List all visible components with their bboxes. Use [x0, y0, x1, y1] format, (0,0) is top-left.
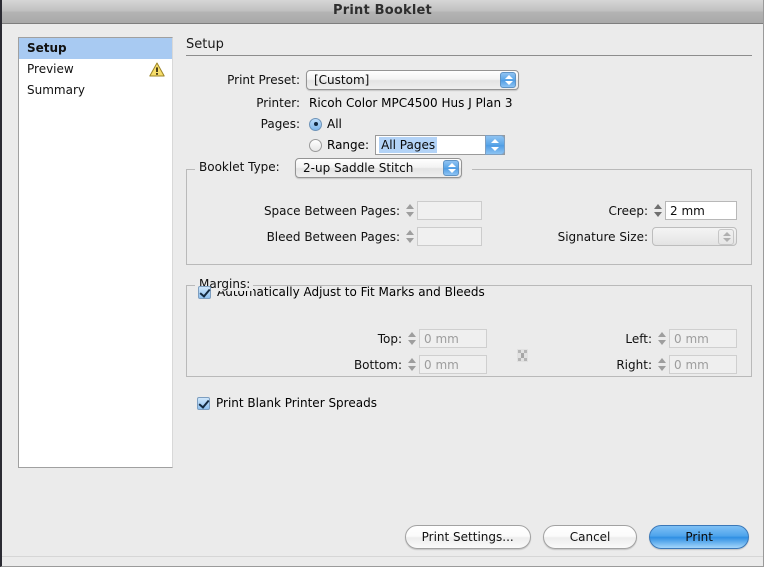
- creep-label: Creep:: [608, 203, 648, 218]
- printer-label: Printer:: [256, 96, 300, 110]
- margin-bottom-input[interactable]: 0 mm: [419, 355, 487, 374]
- margin-top-row: Top: 0 mm: [187, 329, 487, 348]
- sidebar-item-label: Preview: [27, 62, 74, 76]
- panel-title: Setup: [186, 37, 224, 52]
- pages-range-radio[interactable]: [309, 138, 322, 152]
- margins-group: Margins: Automatically Adjust to Fit Mar…: [186, 277, 752, 377]
- sidebar-item-label: Summary: [27, 83, 85, 97]
- stepper-arrows-icon[interactable]: [443, 160, 459, 176]
- title-bar: Print Booklet: [2, 0, 763, 24]
- pages-range-label: Range:: [327, 138, 370, 152]
- print-preset-label: Print Preset:: [227, 73, 300, 87]
- link-margins-icon[interactable]: [517, 349, 528, 362]
- print-booklet-dialog: Print Booklet Setup Preview Summary Setu…: [0, 0, 764, 567]
- setup-panel: Setup Print Preset: [Custom] Printer: Ri…: [186, 37, 752, 410]
- margin-left-input[interactable]: 0 mm: [669, 329, 737, 348]
- window-title: Print Booklet: [333, 3, 432, 18]
- margin-bottom-row: Bottom: 0 mm: [187, 355, 487, 374]
- stepper-arrows-icon[interactable]: [500, 72, 516, 88]
- booklet-type-dropdown[interactable]: 2-up Saddle Stitch: [295, 158, 462, 178]
- sidebar-item-preview[interactable]: Preview: [19, 59, 172, 80]
- dialog-buttons: Print Settings... Cancel Print: [404, 525, 749, 549]
- margin-left-stepper[interactable]: [656, 329, 669, 348]
- stepper-arrows-icon[interactable]: [485, 135, 506, 155]
- print-button[interactable]: Print: [649, 525, 749, 549]
- pages-label: Pages:: [260, 117, 300, 131]
- bleed-between-label: Bleed Between Pages:: [266, 229, 400, 244]
- sidebar-item-summary[interactable]: Summary: [19, 80, 172, 101]
- margin-right-stepper[interactable]: [656, 355, 669, 374]
- blank-spreads-row[interactable]: Print Blank Printer Spreads: [197, 396, 752, 410]
- sidebar-item-setup[interactable]: Setup: [19, 38, 172, 59]
- signature-size-label: Signature Size:: [557, 229, 648, 244]
- bleed-between-row: Bleed Between Pages:: [187, 227, 482, 246]
- margin-top-label: Top:: [377, 331, 402, 346]
- sidebar-item-label: Setup: [27, 41, 67, 55]
- booklet-type-group: Booklet Type: 2-up Saddle Stitch Space B…: [186, 158, 752, 265]
- group-border: [472, 169, 751, 170]
- sidebar-list[interactable]: Setup Preview Summary: [18, 37, 173, 468]
- pages-range-combo[interactable]: All Pages: [375, 135, 506, 155]
- booklet-type-label: Booklet Type:: [196, 160, 283, 174]
- blank-spreads-label: Print Blank Printer Spreads: [216, 396, 377, 410]
- print-preset-value: [Custom]: [314, 73, 370, 87]
- cancel-button[interactable]: Cancel: [542, 525, 638, 549]
- pages-all-label: All: [327, 117, 342, 131]
- space-between-stepfield[interactable]: [404, 201, 482, 220]
- panel-title-divider: [186, 55, 752, 56]
- auto-adjust-checkbox[interactable]: [198, 285, 211, 299]
- group-border: [187, 285, 195, 286]
- space-between-input[interactable]: [417, 201, 482, 220]
- blank-spreads-checkbox[interactable]: [197, 396, 210, 410]
- margin-bottom-label: Bottom:: [353, 357, 402, 372]
- margin-left-label: Left:: [625, 331, 652, 346]
- bottom-divider: [2, 556, 763, 557]
- bleed-between-stepper[interactable]: [404, 227, 417, 246]
- margin-bottom-stepfield[interactable]: 0 mm: [406, 355, 487, 374]
- space-between-row: Space Between Pages:: [187, 201, 482, 220]
- margin-right-stepfield[interactable]: 0 mm: [656, 355, 737, 374]
- auto-adjust-label: Automatically Adjust to Fit Marks and Bl…: [217, 285, 485, 299]
- signature-size-dropdown[interactable]: [652, 227, 737, 246]
- margin-top-input[interactable]: 0 mm: [419, 329, 487, 348]
- print-preset-dropdown[interactable]: [Custom]: [306, 70, 519, 90]
- creep-row: Creep: 2 mm: [517, 201, 737, 220]
- space-between-stepper[interactable]: [404, 201, 417, 220]
- margin-top-stepfield[interactable]: 0 mm: [406, 329, 487, 348]
- pages-all-row: Pages: All: [186, 117, 752, 131]
- bleed-between-input[interactable]: [417, 227, 482, 246]
- margin-right-input[interactable]: 0 mm: [669, 355, 737, 374]
- creep-input[interactable]: 2 mm: [665, 201, 737, 220]
- printer-value: Ricoh Color MPC4500 Hus J Plan 3: [309, 96, 513, 110]
- signature-size-row: Signature Size:: [517, 227, 737, 246]
- margin-right-row: Right: 0 mm: [537, 355, 737, 374]
- group-border: [253, 285, 751, 286]
- auto-adjust-row[interactable]: Automatically Adjust to Fit Marks and Bl…: [198, 285, 751, 299]
- margin-top-stepper[interactable]: [406, 329, 419, 348]
- print-preset-row: Print Preset: [Custom]: [186, 70, 752, 90]
- print-settings-button[interactable]: Print Settings...: [404, 525, 531, 549]
- pages-all-radio[interactable]: [309, 117, 322, 131]
- pages-range-value: All Pages: [379, 137, 438, 153]
- margin-right-label: Right:: [616, 357, 652, 372]
- booklet-type-value: 2-up Saddle Stitch: [303, 161, 414, 175]
- stepper-arrows-icon[interactable]: [718, 229, 734, 245]
- creep-stepfield[interactable]: 2 mm: [652, 201, 737, 220]
- group-border: [187, 169, 195, 170]
- margin-left-stepfield[interactable]: 0 mm: [656, 329, 737, 348]
- margin-bottom-stepper[interactable]: [406, 355, 419, 374]
- pages-range-row: Range: All Pages: [186, 135, 752, 155]
- printer-row: Printer: Ricoh Color MPC4500 Hus J Plan …: [186, 96, 752, 110]
- creep-stepper[interactable]: [652, 201, 665, 220]
- warning-icon: [149, 62, 165, 77]
- bleed-between-stepfield[interactable]: [404, 227, 482, 246]
- margin-left-row: Left: 0 mm: [537, 329, 737, 348]
- space-between-label: Space Between Pages:: [263, 203, 400, 218]
